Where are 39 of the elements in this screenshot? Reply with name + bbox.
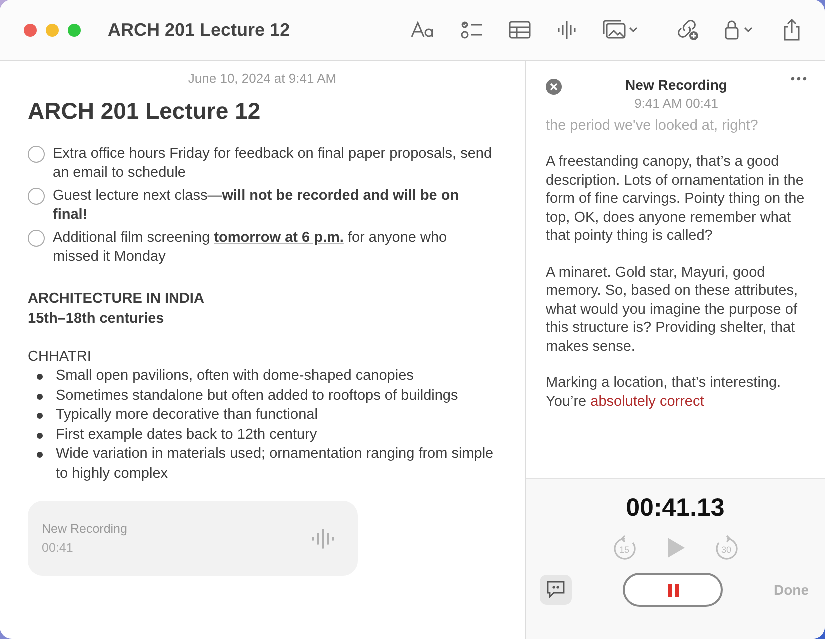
- transcript-paragraph: A freestanding canopy, that’s a good description. Lots of ornamentation in the form of fine carvings. Pointy thing on the top, OK, does anyone remember what that pointy thing is called?: [546, 153, 805, 246]
- checklist-checkbox[interactable]: [28, 146, 45, 163]
- close-button[interactable]: [24, 24, 37, 36]
- transcript-paragraph: A minaret. Gold star, Mayuri, good memory. So, based on these attributes, what would you imagine the purpose of this structure is? Providing shelter, that makes sense.: [546, 264, 800, 356]
- window-title: ARCH 201 Lecture 12: [108, 20, 292, 40]
- audio-attachment[interactable]: New Recording 00:41: [28, 501, 358, 576]
- bullet-icon: [37, 394, 43, 400]
- section-title: ARCHITECTURE IN INDIA: [28, 290, 206, 309]
- bullet-text: Small open pavilions, often with dome-shaped canopies: [56, 367, 414, 386]
- attachment-title: New Recording: [42, 522, 128, 536]
- checklist-checkbox[interactable]: [28, 188, 45, 205]
- checklist-checkbox[interactable]: [28, 230, 45, 247]
- skip-forward-button[interactable]: 30: [714, 535, 740, 561]
- transcript-button[interactable]: [540, 575, 572, 605]
- checklist-text: Guest lecture next class—will not be recorded and will be on final!: [53, 187, 460, 225]
- close-icon[interactable]: [546, 79, 562, 95]
- subheading: CHHATRI: [28, 348, 92, 367]
- note-date: June 10, 2024 at 9:41 AM: [187, 71, 338, 86]
- recording-title: New Recording: [626, 77, 728, 93]
- waveform-icon: [310, 526, 336, 550]
- recording-timer: 00:41.13: [626, 494, 725, 523]
- speech-bubble-icon: [546, 581, 566, 599]
- pause-button[interactable]: [623, 573, 723, 607]
- bullet-icon: [37, 413, 43, 419]
- note-title: ARCH 201 Lecture 12: [28, 98, 262, 125]
- bullet-text: Wide variation in materials used; ornamentation ranging from simple to highly complex: [56, 445, 495, 484]
- bullet-text: First example dates back to 12th century: [56, 426, 318, 444]
- transcript-paragraph: Marking a location, that’s interesting. You’re absolutely correct: [546, 374, 782, 411]
- transcript-line: the period we've looked at, right?: [546, 117, 760, 135]
- attachment-duration: 00:41: [42, 541, 74, 555]
- recording-subtitle: 9:41 AM 00:41: [634, 96, 720, 111]
- more-icon[interactable]: [791, 77, 807, 81]
- bullet-text: Typically more decorative than functional: [56, 406, 318, 425]
- bullet-text: Sometimes standalone but often added to rooftops of buildings: [56, 386, 458, 406]
- bullet-icon: [37, 432, 43, 438]
- bullet-icon: [37, 374, 43, 380]
- section-subtitle: 15th–18th centuries: [28, 310, 166, 329]
- checklist-text: Additional film screening tomorrow at 6 p.m. for anyone who missed it Monday: [53, 229, 448, 267]
- bullet-icon: [37, 452, 43, 458]
